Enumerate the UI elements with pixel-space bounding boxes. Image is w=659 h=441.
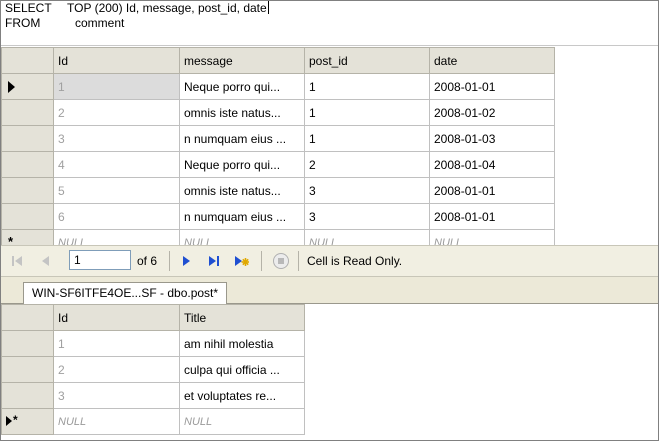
cell-id-null[interactable]: NULL: [53, 408, 180, 435]
cell-date[interactable]: 2008-01-01: [429, 73, 555, 100]
new-record-icon[interactable]: [233, 253, 249, 269]
cell-message[interactable]: Neque porro qui...: [179, 73, 305, 100]
tab-post-table[interactable]: WIN-SF6ITFE4OE...SF - dbo.post*: [23, 282, 228, 304]
comment-results-pane: Id message post_id date 1 Neque porro qu…: [1, 47, 658, 256]
row-header[interactable]: [1, 382, 54, 409]
column-header-post-id[interactable]: post_id: [304, 47, 430, 74]
toolbar-separator: [261, 251, 262, 271]
cell-id[interactable]: 2: [53, 356, 180, 383]
sql-keyword-from: FROM: [5, 16, 41, 30]
post-table-grid: Id Title 1 am nihil molestia 2 culpa qui…: [1, 304, 305, 435]
cell-date[interactable]: 2008-01-01: [429, 203, 555, 230]
query-designer-window: SELECT TOP (200) Id, message, post_id, da…: [0, 0, 659, 441]
cell-id[interactable]: 3: [53, 125, 180, 152]
new-row[interactable]: * NULL NULL: [1, 408, 305, 435]
text-caret: [267, 1, 269, 14]
sql-line-from: FROM comment: [5, 16, 124, 31]
cell-post-id[interactable]: 3: [304, 203, 430, 230]
cell-date[interactable]: 2008-01-03: [429, 125, 555, 152]
cell-post-id[interactable]: 1: [304, 125, 430, 152]
corner-header[interactable]: [1, 304, 54, 331]
row-header[interactable]: [1, 125, 54, 152]
cell-post-id[interactable]: 2: [304, 151, 430, 178]
corner-header[interactable]: [1, 47, 54, 74]
status-text: Cell is Read Only.: [307, 254, 403, 268]
cell-id[interactable]: 1: [53, 330, 180, 357]
row-header[interactable]: [1, 356, 54, 383]
row-header[interactable]: [1, 99, 54, 126]
toolbar-separator: [298, 251, 299, 271]
cell-id[interactable]: 5: [53, 177, 180, 204]
cell-title-null[interactable]: NULL: [179, 408, 305, 435]
next-record-icon[interactable]: [178, 253, 194, 269]
toolbar-separator: [169, 251, 170, 271]
cell-date[interactable]: 2008-01-01: [429, 177, 555, 204]
sql-from-table: comment: [75, 16, 125, 30]
sql-select-list: TOP (200) Id, message, post_id, date: [67, 1, 267, 15]
cell-message[interactable]: omnis iste natus...: [179, 177, 305, 204]
table-row[interactable]: 2 culpa qui officia ...: [1, 356, 305, 383]
current-row-arrow-icon: [8, 81, 15, 93]
cell-title[interactable]: et voluptates re...: [179, 382, 305, 409]
first-record-icon[interactable]: [9, 253, 25, 269]
row-header[interactable]: [1, 177, 54, 204]
comment-results-grid: Id message post_id date 1 Neque porro qu…: [1, 47, 555, 256]
cell-title[interactable]: am nihil molestia: [179, 330, 305, 357]
table-row[interactable]: 4 Neque porro qui... 2 2008-01-04: [1, 151, 555, 178]
cell-date[interactable]: 2008-01-02: [429, 99, 555, 126]
column-header-message[interactable]: message: [179, 47, 305, 74]
stop-icon[interactable]: [272, 252, 290, 270]
row-header-new-current[interactable]: *: [1, 408, 54, 435]
table-row[interactable]: 5 omnis iste natus... 3 2008-01-01: [1, 177, 555, 204]
table-row[interactable]: 3 n numquam eius ... 1 2008-01-03: [1, 125, 555, 152]
last-record-icon[interactable]: [206, 253, 222, 269]
column-header-id[interactable]: Id: [53, 304, 180, 331]
row-header[interactable]: [1, 151, 54, 178]
cell-message[interactable]: n numquam eius ...: [179, 125, 305, 152]
table-row[interactable]: 3 et voluptates re...: [1, 382, 305, 409]
sql-line-select: SELECT TOP (200) Id, message, post_id, da…: [5, 1, 269, 16]
sql-keyword-select: SELECT: [5, 1, 52, 15]
table-row[interactable]: 2 omnis iste natus... 1 2008-01-02: [1, 99, 555, 126]
grid-header-row: Id Title: [1, 304, 305, 331]
cell-post-id[interactable]: 1: [304, 99, 430, 126]
cell-post-id[interactable]: 1: [304, 73, 430, 100]
cell-id[interactable]: 2: [53, 99, 180, 126]
table-row[interactable]: 6 n numquam eius ... 3 2008-01-01: [1, 203, 555, 230]
row-header[interactable]: [1, 203, 54, 230]
column-header-title[interactable]: Title: [179, 304, 305, 331]
cell-date[interactable]: 2008-01-04: [429, 151, 555, 178]
cell-message[interactable]: omnis iste natus...: [179, 99, 305, 126]
cell-id[interactable]: 1: [53, 73, 180, 100]
post-table-pane: Id Title 1 am nihil molestia 2 culpa qui…: [1, 304, 658, 440]
sql-pane[interactable]: SELECT TOP (200) Id, message, post_id, da…: [1, 1, 658, 46]
cell-id[interactable]: 6: [53, 203, 180, 230]
record-navigation-bar: of 6 Cell is Read Only.: [1, 245, 658, 277]
current-record-input[interactable]: [69, 250, 131, 270]
row-header[interactable]: [1, 330, 54, 357]
table-row[interactable]: 1 Neque porro qui... 1 2008-01-01: [1, 73, 555, 100]
column-header-id[interactable]: Id: [53, 47, 180, 74]
document-tab-strip: WIN-SF6ITFE4OE...SF - dbo.post*: [1, 277, 658, 304]
cell-id[interactable]: 4: [53, 151, 180, 178]
cell-post-id[interactable]: 3: [304, 177, 430, 204]
previous-record-icon[interactable]: [37, 253, 53, 269]
cell-message[interactable]: n numquam eius ...: [179, 203, 305, 230]
cell-message[interactable]: Neque porro qui...: [179, 151, 305, 178]
column-header-date[interactable]: date: [429, 47, 555, 74]
row-header-current[interactable]: [1, 73, 54, 100]
table-row[interactable]: 1 am nihil molestia: [1, 330, 305, 357]
record-count-label: of 6: [137, 254, 158, 268]
cell-id[interactable]: 3: [53, 382, 180, 409]
cell-title[interactable]: culpa qui officia ...: [179, 356, 305, 383]
grid-header-row: Id message post_id date: [1, 47, 555, 74]
